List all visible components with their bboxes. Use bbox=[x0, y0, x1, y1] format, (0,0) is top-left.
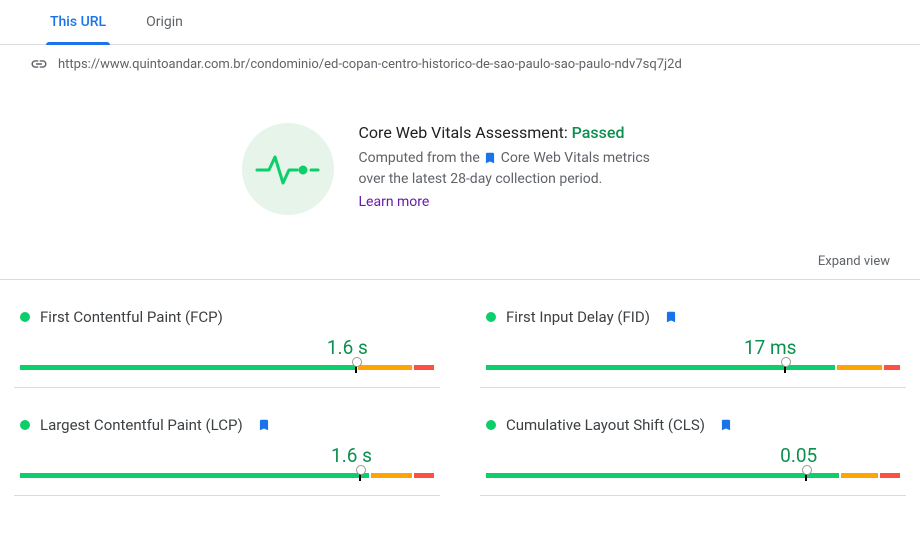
bar-segment bbox=[837, 365, 882, 370]
metric-card: First Input Delay (FID) 17 ms bbox=[480, 280, 906, 388]
distribution-bar bbox=[486, 363, 900, 373]
bar-segment bbox=[358, 365, 411, 370]
bookmark-icon bbox=[257, 418, 271, 432]
metric-name: Largest Contentful Paint (LCP) bbox=[40, 416, 243, 434]
bookmark-icon bbox=[664, 310, 678, 324]
metric-header: First Contentful Paint (FCP) bbox=[20, 308, 434, 326]
metric-card: First Contentful Paint (FCP) 1.6 s bbox=[14, 280, 440, 388]
percentile-marker bbox=[784, 361, 786, 373]
metric-value: 1.6 s bbox=[20, 336, 434, 359]
metric-name: First Input Delay (FID) bbox=[506, 308, 650, 326]
status-dot bbox=[20, 312, 30, 322]
status-dot bbox=[20, 420, 30, 430]
assessment-desc-before: Computed from the bbox=[359, 150, 484, 166]
distribution-bar bbox=[486, 471, 900, 481]
bar-segment bbox=[841, 473, 878, 478]
assessment-title: Core Web Vitals Assessment: Passed bbox=[359, 123, 679, 142]
bar-segment bbox=[880, 473, 900, 478]
assessment-panel: Core Web Vitals Assessment: Passed Compu… bbox=[0, 83, 920, 245]
tab-this-url[interactable]: This URL bbox=[30, 0, 126, 44]
bookmark-icon bbox=[719, 418, 733, 432]
assessment-status: Passed bbox=[572, 123, 625, 142]
percentile-marker bbox=[359, 469, 361, 481]
tab-origin[interactable]: Origin bbox=[126, 0, 203, 44]
metric-card: Largest Contentful Paint (LCP) 1.6 s bbox=[14, 388, 440, 496]
url-bar: https://www.quintoandar.com.br/condomini… bbox=[0, 45, 920, 83]
metric-name: Cumulative Layout Shift (CLS) bbox=[506, 416, 705, 434]
percentile-marker bbox=[355, 361, 357, 373]
bar-segment bbox=[414, 473, 434, 478]
metric-header: Cumulative Layout Shift (CLS) bbox=[486, 416, 900, 434]
bar-segment bbox=[20, 473, 369, 478]
status-dot bbox=[486, 312, 496, 322]
metric-value: 17 ms bbox=[486, 336, 900, 359]
metric-name: First Contentful Paint (FCP) bbox=[40, 308, 223, 326]
bar-segment bbox=[371, 473, 412, 478]
status-dot bbox=[486, 420, 496, 430]
pulse-icon bbox=[242, 123, 334, 215]
metrics-grid: First Contentful Paint (FCP) 1.6 s First I… bbox=[0, 280, 920, 496]
bar-segment bbox=[20, 365, 356, 370]
metric-header: Largest Contentful Paint (LCP) bbox=[20, 416, 434, 434]
metric-value: 1.6 s bbox=[20, 444, 434, 467]
bar-segment bbox=[414, 365, 434, 370]
bar-segment bbox=[486, 473, 839, 478]
metric-card: Cumulative Layout Shift (CLS) 0.05 bbox=[480, 388, 906, 496]
bookmark-icon bbox=[483, 151, 497, 165]
link-icon bbox=[30, 55, 48, 73]
metric-header: First Input Delay (FID) bbox=[486, 308, 900, 326]
distribution-bar bbox=[20, 471, 434, 481]
learn-more-link[interactable]: Learn more bbox=[359, 194, 430, 210]
assessment-description: Computed from the Core Web Vitals metric… bbox=[359, 148, 679, 190]
metric-value: 0.05 bbox=[486, 444, 900, 467]
assessment-title-prefix: Core Web Vitals Assessment: bbox=[359, 123, 572, 142]
assessment-text: Core Web Vitals Assessment: Passed Compu… bbox=[359, 123, 679, 210]
tabs: This URL Origin bbox=[0, 0, 920, 45]
bar-segment bbox=[884, 365, 900, 370]
url-text: https://www.quintoandar.com.br/condomini… bbox=[58, 57, 682, 72]
distribution-bar bbox=[20, 363, 434, 373]
percentile-marker bbox=[805, 469, 807, 481]
expand-row: Expand view bbox=[0, 245, 920, 280]
expand-view-link[interactable]: Expand view bbox=[818, 254, 890, 269]
